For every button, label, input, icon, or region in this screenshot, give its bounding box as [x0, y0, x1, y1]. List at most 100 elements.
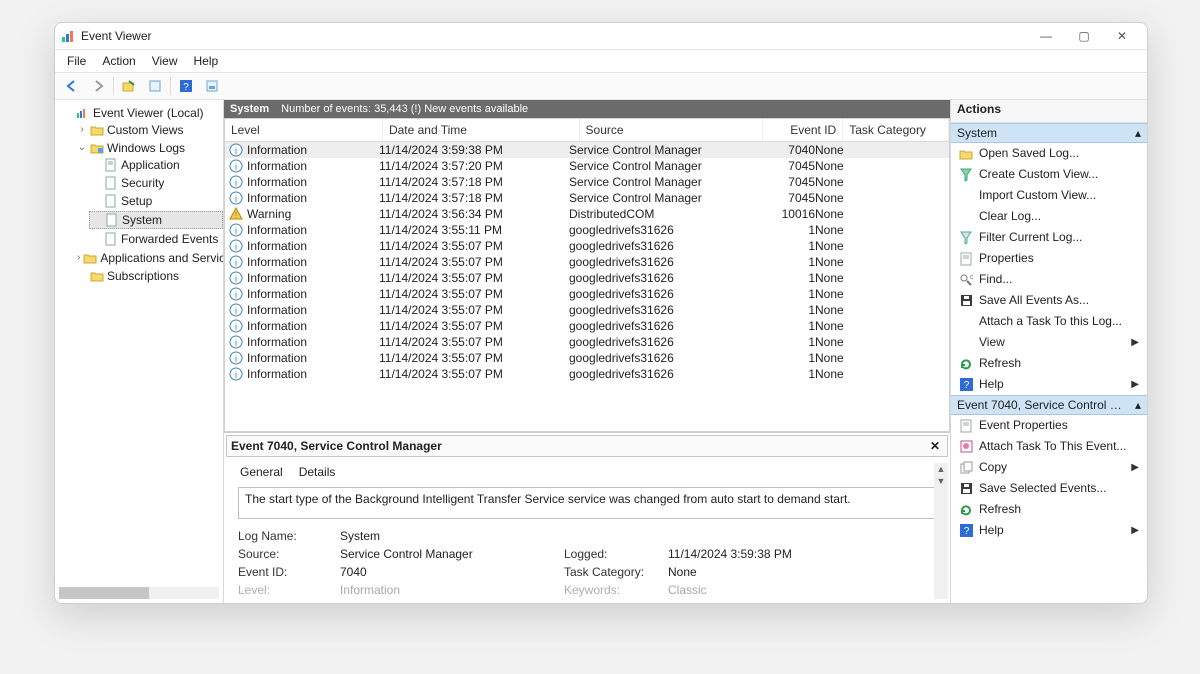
back-button[interactable] — [61, 75, 83, 97]
level-value: Information — [340, 583, 556, 597]
col-date[interactable]: Date and Time — [383, 119, 580, 141]
action-clear-log[interactable]: Clear Log... — [951, 206, 1147, 227]
details-vscrollbar[interactable]: ▲ ▼ — [934, 463, 948, 599]
table-row[interactable]: iInformation11/14/2024 3:55:07 PMgoogled… — [225, 302, 949, 318]
tree-root[interactable]: Event Viewer (Local) — [61, 105, 223, 121]
cell-task: None — [815, 271, 911, 285]
table-row[interactable]: iInformation11/14/2024 3:57:18 PMService… — [225, 174, 949, 190]
grid-body[interactable]: iInformation11/14/2024 3:59:38 PMService… — [225, 142, 949, 431]
folder-icon — [83, 251, 97, 265]
cell-eventid: 1 — [745, 271, 815, 285]
tree-log-security[interactable]: Security — [89, 175, 223, 191]
table-row[interactable]: iInformation11/14/2024 3:57:18 PMService… — [225, 190, 949, 206]
properties-button[interactable] — [144, 75, 166, 97]
cell-task: None — [815, 143, 911, 157]
table-row[interactable]: iInformation11/14/2024 3:55:07 PMgoogled… — [225, 254, 949, 270]
chevron-down-icon[interactable]: ⌄ — [77, 140, 87, 156]
action-help[interactable]: ?Help▶ — [951, 374, 1147, 395]
table-row[interactable]: iInformation11/14/2024 3:55:11 PMgoogled… — [225, 222, 949, 238]
action-event-properties[interactable]: Event Properties — [951, 415, 1147, 436]
export-button[interactable] — [118, 75, 140, 97]
table-row[interactable]: iInformation11/14/2024 3:55:07 PMgoogled… — [225, 238, 949, 254]
action-properties[interactable]: Properties — [951, 248, 1147, 269]
scroll-down-icon[interactable]: ▼ — [934, 475, 948, 487]
forward-button[interactable] — [87, 75, 109, 97]
minimize-button[interactable]: — — [1027, 23, 1065, 49]
table-row[interactable]: iInformation11/14/2024 3:55:07 PMgoogled… — [225, 286, 949, 302]
tree-log-setup[interactable]: Setup — [89, 193, 223, 209]
table-row[interactable]: iInformation11/14/2024 3:55:07 PMgoogled… — [225, 318, 949, 334]
action-find[interactable]: oFind... — [951, 269, 1147, 290]
action-attach-a-task-to-this-log[interactable]: Attach a Task To this Log... — [951, 311, 1147, 332]
menu-action[interactable]: Action — [94, 52, 143, 70]
maximize-button[interactable]: ▢ — [1065, 23, 1103, 49]
action-view[interactable]: View▶ — [951, 332, 1147, 353]
grid-header[interactable]: Level Date and Time Source Event ID Task… — [225, 119, 949, 142]
action-refresh[interactable]: Refresh — [951, 499, 1147, 520]
menu-help[interactable]: Help — [186, 52, 227, 70]
table-row[interactable]: iInformation11/14/2024 3:55:07 PMgoogled… — [225, 270, 949, 286]
collapse-icon[interactable]: ▴ — [1135, 398, 1141, 412]
action-attach-task-to-this-event[interactable]: Attach Task To This Event... — [951, 436, 1147, 457]
action-label: Create Custom View... — [979, 167, 1098, 182]
help-button[interactable]: ? — [175, 75, 197, 97]
tree-windows-logs[interactable]: ⌄ Windows Logs — [75, 140, 223, 156]
window-title: Event Viewer — [81, 29, 151, 43]
tab-details[interactable]: Details — [297, 463, 338, 481]
menu-file[interactable]: File — [59, 52, 94, 70]
menu-view[interactable]: View — [144, 52, 186, 70]
copy-icon — [959, 461, 973, 475]
table-row[interactable]: iInformation11/14/2024 3:55:07 PMgoogled… — [225, 334, 949, 350]
cell-level: Information — [247, 175, 307, 189]
table-row[interactable]: iInformation11/14/2024 3:55:07 PMgoogled… — [225, 350, 949, 366]
actions-header: Actions — [951, 100, 1147, 123]
chevron-right-icon[interactable]: › — [77, 122, 87, 138]
col-source[interactable]: Source — [580, 119, 763, 141]
tree-hscrollbar[interactable] — [59, 587, 219, 599]
action-save-selected-events[interactable]: Save Selected Events... — [951, 478, 1147, 499]
svg-text:i: i — [235, 290, 237, 300]
cell-source: DistributedCOM — [569, 207, 745, 221]
titlebar: Event Viewer — ▢ ✕ — [55, 23, 1147, 50]
svg-text:i: i — [235, 258, 237, 268]
tree-log-application[interactable]: Application — [89, 157, 223, 173]
properties-icon — [959, 419, 973, 433]
action-help[interactable]: ?Help▶ — [951, 520, 1147, 541]
action-filter-current-log[interactable]: Filter Current Log... — [951, 227, 1147, 248]
actions-section-event[interactable]: Event 7040, Service Control Manager ▴ — [951, 395, 1147, 415]
filter-icon — [959, 231, 973, 245]
action-import-custom-view[interactable]: Import Custom View... — [951, 185, 1147, 206]
tree-subscriptions[interactable]: Subscriptions — [75, 268, 223, 284]
col-level[interactable]: Level — [225, 119, 383, 141]
details-close-button[interactable]: ✕ — [927, 438, 943, 454]
navigation-tree[interactable]: Event Viewer (Local) › Custom Views ⌄ Wi… — [55, 100, 224, 603]
tree-log-forwarded[interactable]: Forwarded Events — [89, 231, 223, 247]
col-task[interactable]: Task Category — [843, 119, 949, 141]
action-open-saved-log[interactable]: Open Saved Log... — [951, 143, 1147, 164]
preview-button[interactable] — [201, 75, 223, 97]
action-create-custom-view[interactable]: Create Custom View... — [951, 164, 1147, 185]
cell-level: Information — [247, 303, 307, 317]
tree-custom-views[interactable]: › Custom Views — [75, 122, 223, 138]
tree-apps-services[interactable]: › Applications and Services Log — [75, 250, 223, 266]
chevron-right-icon[interactable]: › — [77, 250, 80, 266]
toolbar: ? — [55, 73, 1147, 100]
scroll-up-icon[interactable]: ▲ — [934, 463, 948, 475]
cell-source: googledrivefs31626 — [569, 287, 745, 301]
action-refresh[interactable]: Refresh — [951, 353, 1147, 374]
actions-section-system[interactable]: System ▴ — [951, 123, 1147, 143]
col-eventid[interactable]: Event ID — [763, 119, 844, 141]
table-row[interactable]: iInformation11/14/2024 3:55:07 PMgoogled… — [225, 366, 949, 382]
event-grid[interactable]: Level Date and Time Source Event ID Task… — [224, 118, 950, 432]
scrollbar-thumb[interactable] — [59, 587, 149, 599]
table-row[interactable]: iInformation11/14/2024 3:59:38 PMService… — [225, 142, 949, 158]
tree-log-system[interactable]: System — [89, 211, 223, 229]
close-button[interactable]: ✕ — [1103, 23, 1141, 49]
refresh-icon — [959, 357, 973, 371]
table-row[interactable]: !Warning11/14/2024 3:56:34 PMDistributed… — [225, 206, 949, 222]
collapse-icon[interactable]: ▴ — [1135, 126, 1141, 140]
action-save-all-events-as[interactable]: Save All Events As... — [951, 290, 1147, 311]
tab-general[interactable]: General — [238, 463, 285, 481]
action-copy[interactable]: Copy▶ — [951, 457, 1147, 478]
table-row[interactable]: iInformation11/14/2024 3:57:20 PMService… — [225, 158, 949, 174]
